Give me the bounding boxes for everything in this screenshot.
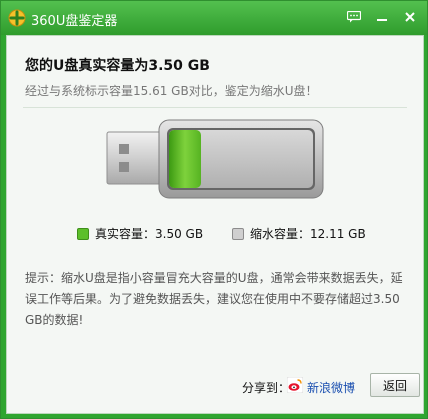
close-icon: [405, 12, 415, 22]
result-subline: 经过与系统标示容量15.61 GB对比，鉴定为缩水U盘！: [25, 84, 318, 98]
app-logo-icon: [8, 9, 26, 27]
shrink-capacity-swatch: [232, 227, 244, 240]
title-bar[interactable]: 360U盘鉴定器: [1, 1, 427, 35]
tip-text: 提示：缩水U盘是指小容量冒充大容量的U盘，通常会带来数据丢失，延误工作等后果。为…: [25, 271, 403, 327]
legend-real: 真实容量：3.50 GB: [77, 225, 203, 242]
minimize-icon: [377, 19, 387, 21]
window-title: 360U盘鉴定器: [31, 14, 118, 29]
real-capacity-fill: [169, 130, 201, 188]
app-window: 360U盘鉴定器 您的U盘真实容量为3.50 GB 经过与系统标示容量15.61…: [0, 0, 428, 419]
feedback-button[interactable]: [344, 8, 364, 26]
result-panel: 您的U盘真实容量为3.50 GB 经过与系统标示容量15.61 GB对比，鉴定为…: [6, 35, 424, 414]
feedback-bubble-icon: [347, 11, 361, 23]
legend-shrink-label: 缩水容量：12.11 GB: [250, 227, 366, 241]
back-button[interactable]: 返回: [370, 373, 420, 397]
usb-connector: [106, 131, 162, 185]
weibo-icon[interactable]: [287, 377, 303, 393]
minimize-button[interactable]: [372, 8, 392, 26]
divider: [23, 107, 407, 108]
usb-drive-illustration: [106, 119, 324, 199]
result-headline: 您的U盘真实容量为3.50 GB: [25, 58, 210, 74]
share-label: 分享到：: [242, 381, 291, 395]
legend-shrink: 缩水容量：12.11 GB: [232, 225, 366, 242]
legend-real-label: 真实容量：3.50 GB: [95, 227, 204, 241]
close-button[interactable]: [400, 8, 420, 26]
weibo-share-link[interactable]: 新浪微博: [307, 379, 355, 396]
real-capacity-swatch: [77, 227, 89, 240]
